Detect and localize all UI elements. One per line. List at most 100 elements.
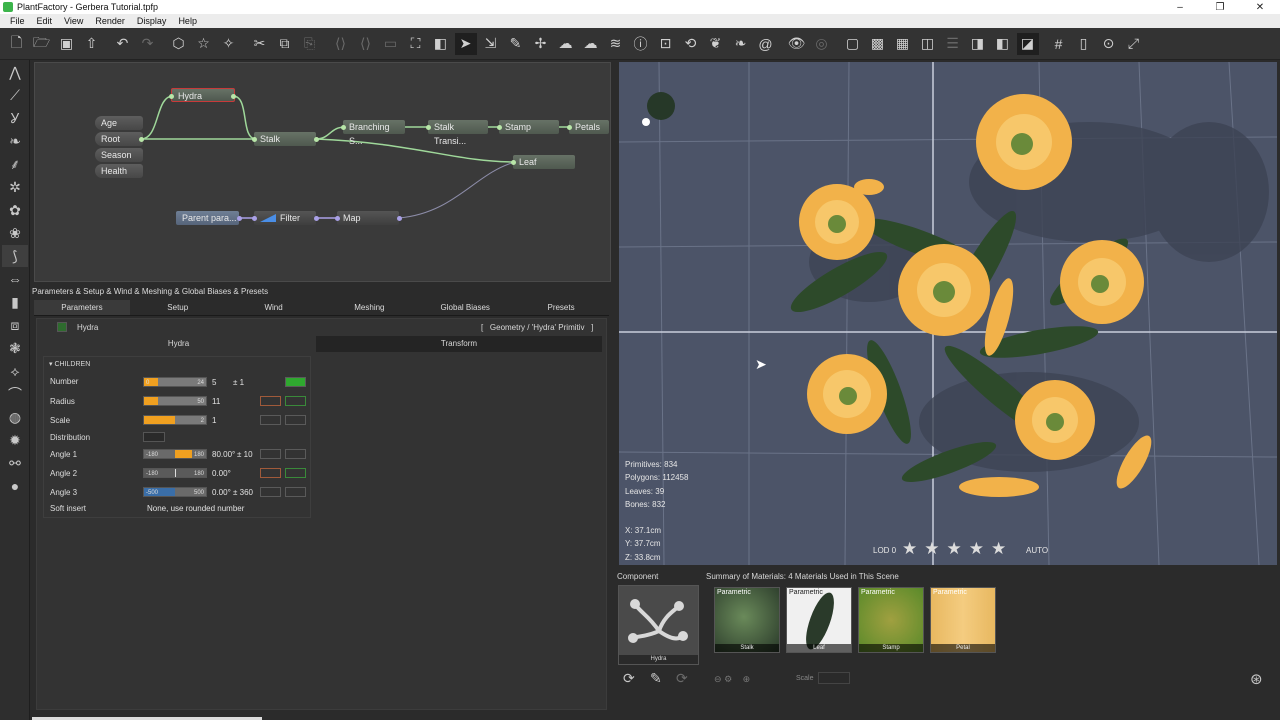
angle1-slider[interactable]: -180 180 xyxy=(143,449,207,459)
menu-display[interactable]: Display xyxy=(137,16,167,26)
render-icon[interactable]: ◧ xyxy=(430,33,452,55)
lod-star-icon[interactable]: ★ xyxy=(902,539,924,558)
plant-add-icon[interactable]: ✧ xyxy=(218,33,240,55)
star-icon[interactable]: ☆ xyxy=(193,33,215,55)
cylinder-tool-icon[interactable]: ▮ xyxy=(2,291,28,313)
material-library-icon[interactable]: ⊛ xyxy=(1250,670,1263,688)
soft-insert-value[interactable]: None, use rounded number xyxy=(147,504,244,513)
branch-tool-icon[interactable]: Ỿ xyxy=(2,107,28,129)
material-petal[interactable]: Parametric Petal xyxy=(930,587,996,653)
lod-star-icon[interactable]: ★ xyxy=(947,539,969,558)
maximize-button[interactable]: ❐ xyxy=(1200,2,1240,13)
number-color-swatch[interactable] xyxy=(285,377,306,387)
graph-node-stalk[interactable]: Stalk xyxy=(254,132,316,146)
number-slider[interactable]: 0 24 xyxy=(143,377,207,387)
eye-icon[interactable]: 👁 xyxy=(786,33,808,55)
angle1-map-swatch[interactable] xyxy=(285,449,306,459)
graph-node-stalk-transition[interactable]: Stalk Transi... xyxy=(428,120,488,146)
scale-value[interactable]: 1 xyxy=(212,416,216,425)
lod-stars[interactable]: ★★★★★ xyxy=(902,539,1013,559)
view-solid-icon[interactable]: ▢ xyxy=(842,33,864,55)
graph-node-hydra[interactable]: Hydra xyxy=(171,88,235,102)
view-color-icon[interactable]: ▩ xyxy=(867,33,889,55)
pen-icon[interactable]: ✎ xyxy=(505,33,527,55)
graph-node-stamp[interactable]: Stamp xyxy=(499,120,559,134)
radius-map-swatch[interactable] xyxy=(285,396,306,406)
graph-input-age[interactable]: Age xyxy=(95,116,143,130)
frond-tool-icon[interactable]: ⸙ xyxy=(2,153,28,175)
graph-node-petals[interactable]: Petals xyxy=(569,120,609,134)
view-layout-icon[interactable]: ◫ xyxy=(917,33,939,55)
menu-help[interactable]: Help xyxy=(178,16,197,26)
graph-node-leaf[interactable]: Leaf xyxy=(513,155,575,169)
graph-input-health[interactable]: Health xyxy=(95,164,143,178)
scale-slider[interactable]: 2 xyxy=(143,415,207,425)
component-edit-icon[interactable]: ✎ xyxy=(650,670,662,687)
frame-icon[interactable]: ▭ xyxy=(380,33,402,55)
node-graph-editor[interactable]: Age Root Season Health Hydra Stalk Branc… xyxy=(34,62,611,282)
tab-parameters[interactable]: Parameters xyxy=(34,300,130,315)
graph-node-parent-parameter[interactable]: Parent para... xyxy=(176,211,239,225)
branch-draw-icon[interactable]: ✢ xyxy=(530,33,552,55)
number-variation[interactable]: ± 1 xyxy=(233,378,244,387)
segment-tool-icon[interactable]: ⧈ xyxy=(2,314,28,336)
view-split-icon[interactable]: ◧ xyxy=(992,33,1014,55)
menu-edit[interactable]: Edit xyxy=(37,16,53,26)
menu-render[interactable]: Render xyxy=(95,16,125,26)
leaf-edit-icon[interactable]: ❦ xyxy=(705,33,727,55)
menu-view[interactable]: View xyxy=(64,16,83,26)
radius-slider[interactable]: 50 xyxy=(143,396,207,406)
info-icon[interactable]: ⓘ xyxy=(630,33,652,55)
blade-tool-icon[interactable]: ⟆ xyxy=(2,245,28,267)
flower-tool-icon[interactable]: ✿ xyxy=(2,199,28,221)
new-file-icon[interactable]: 🗋 xyxy=(6,33,28,55)
frame-select-icon[interactable]: ⊡ xyxy=(655,33,677,55)
node-color-swatch[interactable] xyxy=(57,322,67,332)
tab-global-biases[interactable]: Global Biases xyxy=(417,300,513,315)
tab-wind[interactable]: Wind xyxy=(226,300,322,315)
lod-star-icon[interactable]: ★ xyxy=(969,539,991,558)
petal-tool-icon[interactable]: ❀ xyxy=(2,222,28,244)
leaf-tool-icon[interactable]: ❧ xyxy=(730,33,752,55)
hydra-tool-icon[interactable]: ⚯ xyxy=(2,452,28,474)
material-merge-icon[interactable]: ⊕ xyxy=(743,674,751,684)
ungroup-icon[interactable]: ⟨⟩ xyxy=(355,33,377,55)
lod-star-icon[interactable]: ★ xyxy=(924,539,946,558)
subtab-hydra[interactable]: Hydra xyxy=(41,336,316,352)
spike-tool-icon[interactable]: ✹ xyxy=(2,429,28,451)
fit-view-icon[interactable]: ⛶ xyxy=(405,33,427,55)
lod-star-icon[interactable]: ★ xyxy=(991,539,1013,558)
view-material-icon[interactable]: ◪ xyxy=(1016,32,1039,55)
ruler-icon[interactable]: ▯ xyxy=(1073,33,1095,55)
radius-value[interactable]: 11 xyxy=(212,397,220,406)
component-thumbnail[interactable]: Hydra xyxy=(618,585,699,665)
angle3-slider[interactable]: -500 500 xyxy=(143,487,207,497)
component-replace-icon[interactable]: ⟳ xyxy=(623,670,635,687)
angle2-curve-swatch[interactable] xyxy=(260,468,281,478)
tab-setup[interactable]: Setup xyxy=(130,300,226,315)
angle3-variation[interactable]: ± 360 xyxy=(233,488,253,497)
group-icon[interactable]: ⟨⟩ xyxy=(330,33,352,55)
graph-input-root[interactable]: Root xyxy=(95,132,143,146)
cluster-tool-icon[interactable]: ✲ xyxy=(2,176,28,198)
radius-curve-swatch[interactable] xyxy=(260,396,281,406)
tab-presets[interactable]: Presets xyxy=(513,300,609,315)
angle1-variation[interactable]: ± 10 xyxy=(237,450,253,459)
upload-icon[interactable]: ⇧ xyxy=(81,33,103,55)
spiral-icon[interactable]: @ xyxy=(755,33,777,55)
close-button[interactable]: ✕ xyxy=(1240,2,1280,13)
redo-icon[interactable]: ↷ xyxy=(137,33,159,55)
distribution-curve[interactable] xyxy=(143,432,165,442)
angle1-value[interactable]: 80.00° xyxy=(212,450,235,459)
fruit-tool-icon[interactable]: ◍ xyxy=(2,406,28,428)
paste-icon[interactable]: ⎘ xyxy=(299,33,321,55)
material-leaf[interactable]: Parametric Leaf xyxy=(786,587,852,653)
view-grid-icon[interactable]: ▦ xyxy=(892,33,914,55)
children-section-title[interactable]: ▾ CHILDREN xyxy=(49,360,90,368)
seed-tool-icon[interactable]: ❃ xyxy=(2,337,28,359)
view-list-icon[interactable]: ☰ xyxy=(942,33,964,55)
expand-icon[interactable]: ⤢ xyxy=(1123,33,1145,55)
graph-node-filter[interactable]: Filter xyxy=(254,211,316,225)
sphere-tool-icon[interactable]: ● xyxy=(2,475,28,497)
cloud-icon[interactable]: ☁ xyxy=(555,33,577,55)
